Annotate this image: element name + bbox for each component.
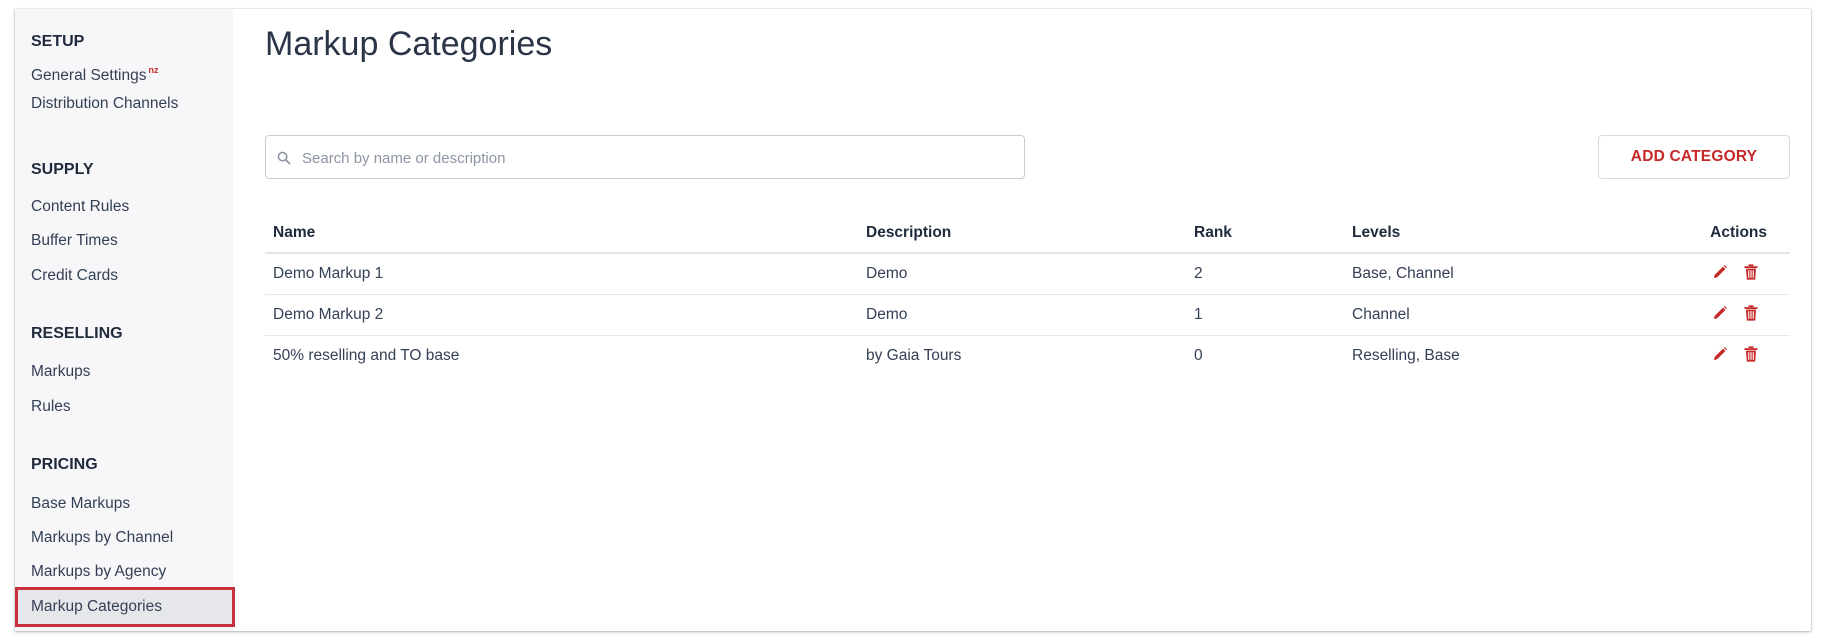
app-window: SETUP General Settings nz Distribution Ch…	[15, 9, 1811, 631]
sidebar-item-markups-by-agency[interactable]: Markups by Agency	[15, 556, 233, 588]
sidebar-item-markups-by-channel[interactable]: Markups by Channel	[15, 522, 233, 554]
cell-actions	[1644, 294, 1790, 336]
cell-description: Demo	[858, 294, 1186, 336]
sidebar-item-rules[interactable]: Rules	[15, 391, 233, 423]
column-header-rank[interactable]: Rank	[1186, 214, 1344, 254]
column-header-actions: Actions	[1644, 214, 1790, 254]
main-content: Markup Categories ADD CATEGORY Name Desc…	[233, 9, 1811, 631]
page-title: Markup Categories	[265, 25, 553, 63]
section-title-supply: SUPPLY	[31, 161, 94, 178]
sidebar: SETUP General Settings nz Distribution Ch…	[15, 9, 235, 631]
cell-description: Demo	[858, 253, 1186, 295]
sidebar-item-distribution-channels[interactable]: Distribution Channels	[15, 88, 233, 120]
sidebar-item-content-rules[interactable]: Content Rules	[15, 191, 233, 223]
column-header-description[interactable]: Description	[858, 214, 1186, 254]
cell-name: Demo Markup 2	[265, 294, 858, 336]
cell-rank: 1	[1186, 294, 1344, 336]
table-row: 50% reselling and TO base by Gaia Tours …	[265, 336, 1790, 377]
cell-name: Demo Markup 1	[265, 253, 858, 295]
sidebar-item-markup-categories[interactable]: Markup Categories	[15, 587, 235, 627]
sidebar-item-buffer-times[interactable]: Buffer Times	[15, 225, 233, 257]
sidebar-item-credit-cards[interactable]: Credit Cards	[15, 260, 233, 292]
column-header-name[interactable]: Name	[265, 214, 858, 254]
section-title-pricing: PRICING	[31, 456, 98, 473]
pencil-icon	[1713, 346, 1727, 360]
pencil-icon	[1713, 305, 1727, 319]
cell-levels: Reselling, Base	[1352, 347, 1460, 364]
cell-rank: 2	[1186, 253, 1344, 295]
cell-levels: Channel	[1344, 294, 1644, 336]
search-input[interactable]	[300, 136, 1004, 180]
delete-button[interactable]	[1744, 345, 1758, 367]
sidebar-item-general-settings[interactable]: General Settings nz	[15, 54, 233, 86]
table-row: Demo Markup 2 Demo 1 Channel	[265, 294, 1790, 336]
trash-icon	[1744, 304, 1758, 321]
delete-button[interactable]	[1744, 263, 1758, 285]
edit-button[interactable]	[1712, 264, 1728, 285]
trash-icon	[1744, 263, 1758, 280]
edit-button[interactable]	[1712, 305, 1728, 326]
cell-description: by Gaia Tours	[866, 347, 962, 364]
table-row: Demo Markup 1 Demo 2 Base, Channel	[265, 253, 1790, 295]
search-icon	[277, 151, 291, 165]
categories-table: Name Description Rank Levels Actions Dem…	[265, 214, 1790, 376]
sidebar-item-markups[interactable]: Markups	[15, 356, 233, 388]
section-title-setup: SETUP	[31, 33, 85, 50]
pencil-icon	[1713, 264, 1727, 278]
sidebar-item-base-markups[interactable]: Base Markups	[15, 488, 233, 520]
table-header-row: Name Description Rank Levels Actions	[265, 214, 1790, 254]
section-title-reselling: RESELLING	[31, 325, 123, 342]
column-header-levels[interactable]: Levels	[1344, 214, 1644, 254]
search-box[interactable]	[265, 135, 1025, 180]
cell-actions	[1644, 336, 1790, 377]
cell-name: 50% reselling and TO base	[273, 347, 460, 364]
cell-levels: Base, Channel	[1344, 253, 1644, 295]
trash-icon	[1744, 345, 1758, 362]
sidebar-item-label: General Settings	[31, 67, 147, 84]
cell-rank: 0	[1194, 347, 1203, 364]
edit-button[interactable]	[1712, 346, 1728, 367]
nz-badge: nz	[148, 65, 159, 75]
add-category-button[interactable]: ADD CATEGORY	[1598, 135, 1790, 179]
delete-button[interactable]	[1744, 304, 1758, 326]
cell-actions	[1644, 253, 1790, 295]
